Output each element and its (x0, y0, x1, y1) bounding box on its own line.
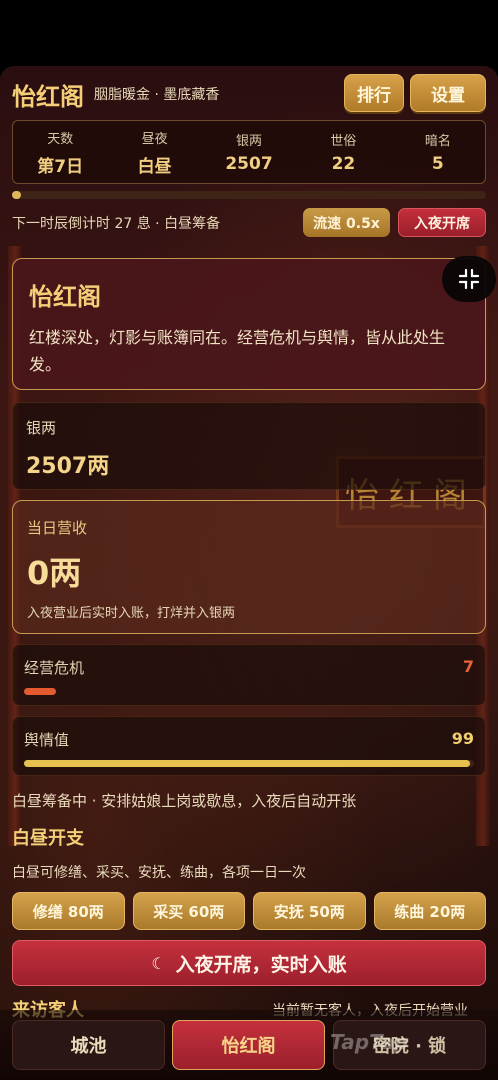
practice-music-button[interactable]: 练曲 20两 (373, 892, 486, 930)
open-night-banquet-label: 入夜开席，实时入账 (175, 953, 347, 976)
day-actions: 修缮 80两 采买 60两 安抚 50两 练曲 20两 (12, 892, 486, 930)
crisis-value: 7 (462, 657, 474, 676)
opinion-value: 99 (451, 729, 474, 748)
day-expense-note: 白昼可修缮、采买、安抚、练曲，各项一日一次 (12, 865, 306, 881)
tab-yihongge[interactable]: 怡红阁 (172, 1020, 325, 1070)
stat-worldly: 世俗 22 (296, 121, 390, 183)
speed-button[interactable]: 流速 0.5x (303, 208, 390, 237)
intro-text: 红楼深处，灯影与账簿同在。经营危机与舆情，皆从此处生发。 (29, 328, 446, 374)
stat-silver: 银两 2507 (202, 121, 296, 183)
bottom-tabbar: 城池 怡红阁 密院 · 锁 (0, 1010, 498, 1080)
opinion-meter-fill (24, 760, 470, 767)
timer-row: 下一时辰倒计时 27 息 · 白昼筹备 流速 0.5x 入夜开席 (12, 208, 486, 238)
day-progress-fill (12, 191, 22, 199)
silver-panel: 银两 2507两 (12, 402, 486, 490)
stat-label: 世俗 (330, 134, 357, 149)
moon-icon: ☾ (151, 953, 166, 973)
stat-hidden-fame: 暗名 5 (391, 121, 485, 183)
opinion-panel: 舆情值 99 (12, 716, 486, 776)
intro-title: 怡红阁 (29, 282, 101, 311)
intro-card: 怡红阁 红楼深处，灯影与账簿同在。经营危机与舆情，皆从此处生发。 (12, 258, 486, 390)
header: 怡红阁 胭脂暖金 · 墨底藏香 排行 设置 (12, 72, 486, 116)
stat-value: 22 (331, 154, 356, 174)
tab-secret-courtyard[interactable]: 密院 · 锁 (333, 1020, 486, 1070)
day-prep-status: 白昼筹备中 · 安排姑娘上岗或歇息，入夜后自动开张 (12, 792, 357, 810)
opinion-label: 舆情值 (24, 731, 70, 749)
crisis-label: 经营危机 (24, 659, 85, 677)
stat-day: 天数 第7日 (13, 121, 107, 183)
stat-value: 5 (431, 154, 444, 174)
stat-value: 第7日 (37, 156, 84, 177)
stats-panel: 天数 第7日 昼夜 白昼 银两 2507 世俗 22 暗名 5 (12, 120, 486, 184)
settings-button[interactable]: 设置 (410, 74, 486, 112)
stat-label: 昼夜 (141, 131, 168, 147)
revenue-label: 当日营收 (27, 519, 88, 537)
stat-daynight: 昼夜 白昼 (107, 121, 201, 183)
collapse-button[interactable] (442, 256, 496, 302)
revenue-card: 当日营收 0两 入夜营业后实时入账，打烊并入银两 (12, 500, 486, 634)
day-progress-bar (12, 191, 486, 199)
stat-value: 2507 (225, 154, 273, 174)
game-title: 怡红阁 (12, 81, 84, 111)
game-subtitle: 胭脂暖金 · 墨底藏香 (94, 87, 220, 103)
rank-button[interactable]: 排行 (344, 74, 404, 112)
silver-value: 2507两 (26, 454, 110, 479)
revenue-note: 入夜营业后实时入账，打烊并入银两 (27, 606, 236, 621)
revenue-value: 0两 (27, 554, 82, 592)
purchase-button[interactable]: 采买 60两 (132, 892, 245, 930)
stat-label: 银两 (236, 134, 263, 149)
day-expense-title: 白昼开支 (12, 828, 84, 849)
collapse-icon (458, 268, 480, 290)
countdown-text: 下一时辰倒计时 27 息 · 白昼筹备 (12, 216, 221, 232)
soothe-button[interactable]: 安抚 50两 (253, 892, 366, 930)
status-bar (0, 0, 498, 66)
tab-city[interactable]: 城池 (12, 1020, 165, 1070)
open-night-banquet-button[interactable]: ☾ 入夜开席，实时入账 (12, 940, 486, 986)
crisis-meter (24, 688, 56, 695)
enter-night-button[interactable]: 入夜开席 (398, 208, 486, 237)
crisis-panel: 经营危机 7 (12, 644, 486, 706)
stat-label: 暗名 (424, 134, 451, 149)
stat-value: 白昼 (137, 156, 172, 177)
silver-label: 银两 (26, 419, 57, 437)
repair-button[interactable]: 修缮 80两 (12, 892, 125, 930)
opinion-meter (24, 760, 474, 767)
stat-label: 天数 (47, 131, 74, 147)
